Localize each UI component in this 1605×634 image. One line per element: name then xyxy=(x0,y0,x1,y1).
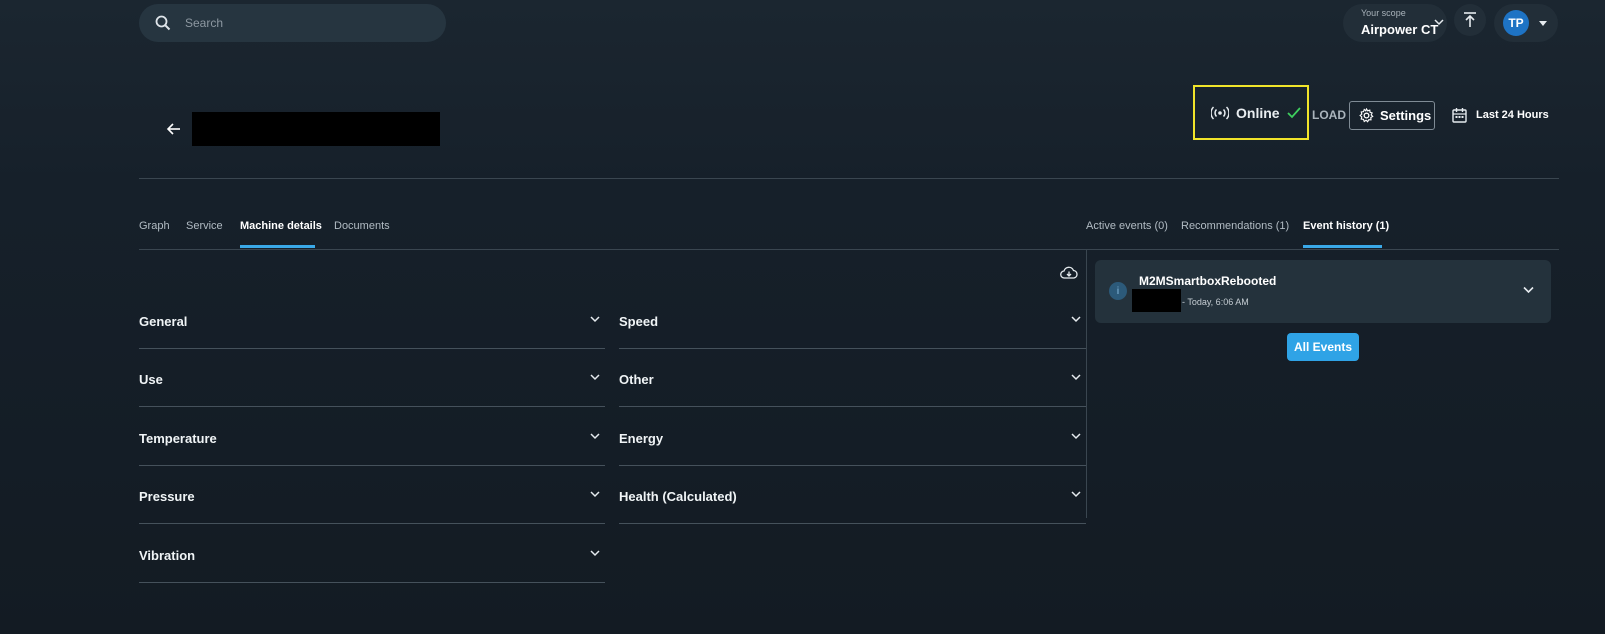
section-energy[interactable]: Energy xyxy=(619,408,1086,466)
status-text: Online xyxy=(1236,105,1280,121)
signal-broadcast-icon xyxy=(1211,106,1229,120)
page: Your scope Airpower CT TP Online xyxy=(0,0,1605,634)
scope-value: Airpower CT xyxy=(1361,22,1439,37)
calendar-icon xyxy=(1452,108,1467,123)
section-use[interactable]: Use xyxy=(139,349,605,407)
section-speed[interactable]: Speed xyxy=(619,291,1086,349)
chevron-down-icon xyxy=(1071,374,1081,381)
chevron-down-icon[interactable] xyxy=(1523,286,1534,294)
section-title: Pressure xyxy=(139,489,195,504)
section-title: Temperature xyxy=(139,431,217,446)
check-icon xyxy=(1287,107,1301,119)
upload-icon xyxy=(1464,12,1476,27)
search-icon xyxy=(155,15,171,31)
section-title: Speed xyxy=(619,314,659,329)
section-title: Vibration xyxy=(139,548,196,563)
chevron-down-icon xyxy=(1071,433,1081,440)
section-general[interactable]: General xyxy=(139,291,605,349)
search-input[interactable] xyxy=(185,12,425,34)
chevron-down-icon xyxy=(590,316,600,323)
tab-event-history[interactable]: Event history (1) xyxy=(1303,220,1389,232)
tab-graph[interactable]: Graph xyxy=(139,220,170,232)
caret-down-icon xyxy=(1539,21,1547,26)
section-title: Use xyxy=(139,372,163,387)
chevron-down-icon xyxy=(590,491,600,498)
cloud-download-icon[interactable] xyxy=(1060,266,1078,280)
divider xyxy=(139,178,1559,179)
event-card[interactable]: i M2MSmartboxRebooted - Today, 6:06 AM xyxy=(1095,260,1551,323)
section-other[interactable]: Other xyxy=(619,349,1086,407)
scope-selector[interactable]: Your scope Airpower CT xyxy=(1343,4,1447,42)
tab-service[interactable]: Service xyxy=(186,220,223,232)
search-bar[interactable] xyxy=(139,4,446,42)
chevron-down-icon xyxy=(590,374,600,381)
chevron-down-icon xyxy=(1071,316,1081,323)
settings-label: Settings xyxy=(1380,108,1432,123)
settings-button[interactable]: Settings xyxy=(1349,101,1435,130)
load-label: LOAD xyxy=(1312,108,1346,122)
all-events-button[interactable]: All Events xyxy=(1287,333,1359,361)
upload-button[interactable] xyxy=(1454,4,1486,36)
column-divider xyxy=(1086,250,1087,518)
section-temperature[interactable]: Temperature xyxy=(139,408,605,466)
section-title: General xyxy=(139,314,188,329)
tabs-divider-right xyxy=(1086,249,1559,250)
tab-active-events[interactable]: Active events (0) xyxy=(1086,220,1168,232)
machine-name-redacted xyxy=(192,112,440,146)
time-range-selector[interactable]: Last 24 Hours xyxy=(1452,105,1552,127)
section-vibration[interactable]: Vibration xyxy=(139,525,605,583)
tab-machine-details[interactable]: Machine details xyxy=(240,220,322,232)
gear-icon xyxy=(1359,108,1374,123)
avatar: TP xyxy=(1503,10,1529,36)
tabs-divider-left xyxy=(139,249,1086,250)
tab-recommendations[interactable]: Recommendations (1) xyxy=(1181,220,1289,232)
chevron-down-icon xyxy=(590,433,600,440)
event-title: M2MSmartboxRebooted xyxy=(1139,274,1277,288)
back-arrow-icon[interactable] xyxy=(166,121,182,137)
chevron-down-icon xyxy=(1071,491,1081,498)
user-menu[interactable]: TP xyxy=(1494,4,1558,42)
section-title: Health (Calculated) xyxy=(619,489,737,504)
event-source-redacted xyxy=(1132,289,1181,312)
scope-label: Your scope xyxy=(1361,8,1406,18)
chevron-down-icon xyxy=(1434,19,1444,26)
section-pressure[interactable]: Pressure xyxy=(139,466,605,524)
tab-documents[interactable]: Documents xyxy=(334,220,390,232)
time-range-label: Last 24 Hours xyxy=(1476,109,1549,121)
active-tab-indicator xyxy=(240,245,315,248)
active-tab-indicator xyxy=(1303,245,1382,248)
chevron-down-icon xyxy=(590,550,600,557)
section-health-calculated[interactable]: Health (Calculated) xyxy=(619,466,1086,524)
section-title: Energy xyxy=(619,431,664,446)
online-status: Online xyxy=(1193,85,1309,140)
event-time: - Today, 6:06 AM xyxy=(1182,297,1249,307)
section-title: Other xyxy=(619,372,654,387)
info-icon: i xyxy=(1109,282,1127,300)
